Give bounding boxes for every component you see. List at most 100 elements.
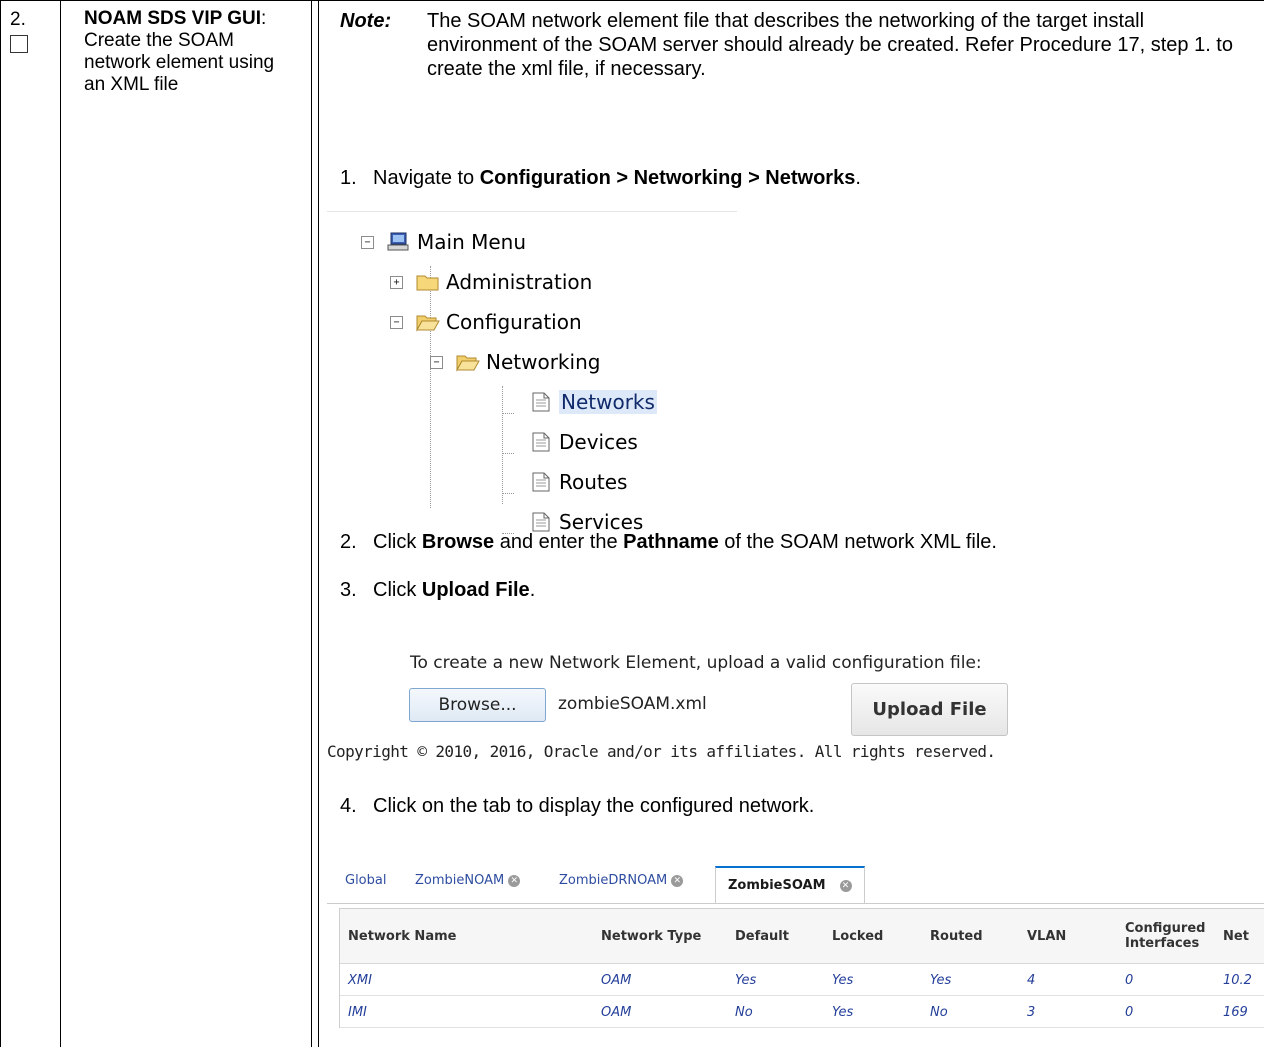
document-icon: [529, 432, 553, 452]
computer-icon: [387, 232, 411, 252]
instruction-number: 1.: [340, 167, 357, 189]
tree-item-administration[interactable]: + Administration: [390, 269, 592, 295]
collapse-icon[interactable]: −: [361, 235, 374, 249]
tab-label: ZombieNOAM: [415, 873, 505, 888]
open-folder-icon: [416, 312, 440, 332]
instruction-text: Click: [373, 531, 422, 553]
tab-label: Global: [345, 873, 387, 888]
tree-item-configuration[interactable]: − Configuration: [390, 309, 582, 335]
tree-connector: [502, 493, 514, 494]
close-tab-icon[interactable]: ✕: [839, 879, 852, 892]
instruction-text: .: [529, 579, 536, 601]
table-row[interactable]: IMI OAM No Yes No 3 0 169: [340, 996, 1264, 1028]
table-cell: No: [735, 1005, 753, 1020]
tree-item-networking[interactable]: − Networking: [430, 349, 600, 375]
table-cell: 0: [1125, 1005, 1134, 1020]
document-icon: [529, 512, 553, 532]
tab-bar: Global ZombieNOAM ✕ ZombieDRNOAM ✕ ZombieS…: [327, 866, 1264, 903]
instruction-text: Click on the tab to display the configur…: [373, 795, 815, 817]
note: Note: The SOAM network element file that…: [340, 9, 1245, 81]
tab-zombiesoam[interactable]: ZombieSOAM ✕: [715, 866, 865, 903]
tree-item-devices[interactable]: Devices: [529, 429, 638, 455]
tab-zombienoam[interactable]: ZombieNOAM ✕: [415, 873, 521, 888]
tree-item-main-menu[interactable]: − Main Menu: [361, 229, 526, 255]
note-text: The SOAM network element file that descr…: [427, 10, 1233, 80]
divider: [327, 211, 737, 212]
document-icon: [529, 392, 553, 412]
collapse-icon[interactable]: −: [390, 315, 403, 329]
table-cell: Yes: [735, 973, 757, 988]
column-divider: [60, 1, 61, 1047]
table-row[interactable]: XMI OAM Yes Yes Yes 4 0 10.2: [340, 964, 1264, 996]
instruction-1: 1. Navigate to Configuration > Networking…: [340, 166, 861, 190]
instruction-text: Navigate to: [373, 167, 480, 189]
column-header[interactable]: Network Name: [348, 929, 456, 944]
selected-filename: zombieSOAM.xml: [558, 694, 707, 714]
tree-item-routes[interactable]: Routes: [529, 469, 627, 495]
folder-icon: [416, 272, 440, 292]
table-cell: Yes: [832, 973, 854, 988]
upload-instruction: To create a new Network Element, upload …: [410, 653, 982, 673]
table-cell[interactable]: XMI: [348, 973, 372, 988]
tree-connector: [502, 386, 503, 504]
instruction-text: Click: [373, 579, 422, 601]
column-header[interactable]: Configured Interfaces: [1125, 921, 1205, 951]
column-header[interactable]: Network Type: [601, 929, 701, 944]
instruction-3: 3. Click Upload File.: [340, 578, 535, 602]
step-number: 2.: [10, 9, 26, 30]
procedure-table: 2. NOAM SDS VIP GUI: Create the SOAM net…: [0, 0, 1264, 1047]
close-tab-icon[interactable]: ✕: [671, 874, 684, 887]
open-folder-icon: [456, 352, 480, 372]
tree-label: Devices: [559, 430, 638, 454]
instruction-bold: Upload File: [421, 579, 530, 601]
table-cell: OAM: [601, 1005, 632, 1020]
table-cell: Yes: [930, 973, 952, 988]
column-header[interactable]: Routed: [930, 929, 983, 944]
divider: [327, 903, 1264, 904]
step-title: NOAM SDS VIP GUI: Create the SOAM networ…: [84, 8, 284, 96]
instruction-number: 2.: [340, 531, 357, 553]
instruction-bold: Pathname: [623, 531, 719, 553]
instruction-text: .: [855, 167, 861, 189]
browse-button[interactable]: Browse...: [409, 688, 546, 722]
table-cell[interactable]: IMI: [348, 1005, 367, 1020]
network-table: Network Name Network Type Default Locked…: [339, 908, 1264, 1028]
instruction-2: 2. Click Browse and enter the Pathname of…: [340, 530, 997, 554]
main-menu-tree: − Main Menu + Administration − Configura…: [327, 211, 737, 534]
close-tab-icon[interactable]: ✕: [508, 874, 521, 887]
expand-icon[interactable]: +: [390, 275, 403, 289]
tree-label: Main Menu: [417, 230, 527, 254]
table-cell: 169: [1223, 1005, 1248, 1020]
tree-connector: [502, 413, 514, 414]
step-title-bold: NOAM SDS VIP GUI: [84, 8, 262, 29]
upload-file-button[interactable]: Upload File: [851, 683, 1008, 736]
tree-label: Routes: [559, 470, 628, 494]
instruction-bold: Browse: [421, 531, 495, 553]
tree-label-selected: Networks: [559, 390, 657, 414]
network-elements-panel: Global ZombieNOAM ✕ ZombieDRNOAM ✕ ZombieS…: [327, 841, 1264, 1047]
tree-item-networks[interactable]: Networks: [529, 389, 657, 415]
table-border-left: [0, 1, 1, 1047]
instruction-text: and enter the: [494, 531, 624, 553]
tree-label: Administration: [446, 270, 593, 294]
step-checkbox[interactable]: [10, 35, 28, 53]
table-header: Network Name Network Type Default Locked…: [340, 909, 1264, 964]
tree-connector: [430, 266, 431, 508]
tree-label: Networking: [486, 350, 601, 374]
column-header[interactable]: Net: [1223, 929, 1249, 944]
table-cell: No: [930, 1005, 948, 1020]
tab-zombiedrnoam[interactable]: ZombieDRNOAM ✕: [559, 873, 684, 888]
column-header[interactable]: Locked: [832, 929, 883, 944]
tab-label: ZombieSOAM: [728, 878, 826, 893]
tree-label: Configuration: [446, 310, 582, 334]
tab-global[interactable]: Global: [345, 873, 386, 888]
menu-path: Configuration > Networking > Networks: [479, 167, 856, 189]
column-header[interactable]: VLAN: [1027, 929, 1066, 944]
tree-connector: [502, 453, 514, 454]
column-header[interactable]: Default: [735, 929, 789, 944]
upload-panel: To create a new Network Element, upload …: [327, 653, 1264, 761]
column-divider: [311, 1, 312, 1047]
collapse-icon[interactable]: −: [430, 355, 443, 369]
instruction-text: of the SOAM network XML file.: [718, 531, 997, 553]
table-cell: 0: [1125, 973, 1134, 988]
